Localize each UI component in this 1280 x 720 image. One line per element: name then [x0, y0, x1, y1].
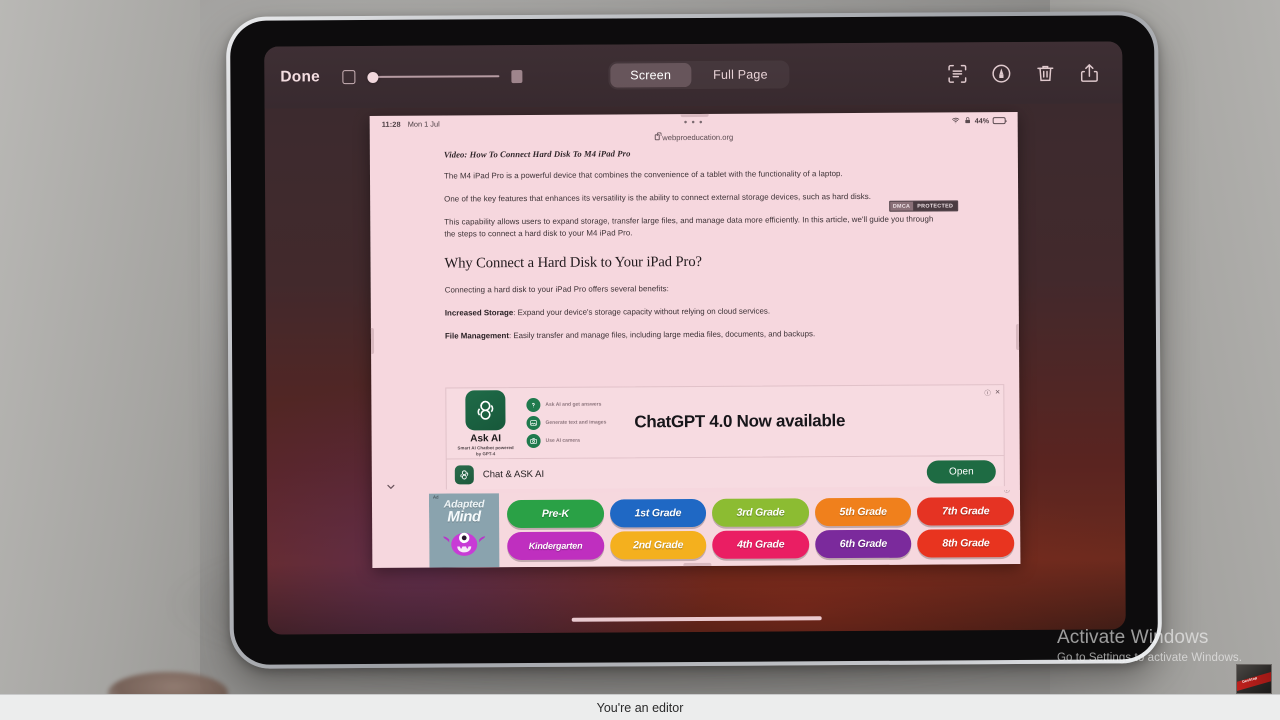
ipad-screen: Done Screen Full Page 11:28 Mon 1 Jul • …	[264, 41, 1126, 635]
text-scan-icon[interactable]	[946, 62, 968, 85]
grade-button[interactable]: 7th Grade	[917, 497, 1015, 526]
scrubber-knob[interactable]	[366, 71, 378, 83]
ad-marker: Ad	[432, 494, 439, 500]
grade-button[interactable]: Kindergarten	[507, 531, 604, 561]
scrubber-track	[372, 75, 499, 78]
close-icon[interactable]: ✕	[1013, 490, 1018, 494]
article-paragraph: The M4 iPad Pro is a powerful device tha…	[443, 169, 843, 181]
url-text: webproeducation.org	[662, 132, 734, 142]
article-paragraph: One of the key features that enhances it…	[444, 191, 872, 204]
ad-controls[interactable]: ⓘ ✕	[984, 387, 1000, 397]
open-button[interactable]: Open	[926, 459, 996, 484]
image-icon	[526, 415, 541, 431]
ad-install-label: Chat & ASK AI	[482, 468, 545, 480]
ad-app-block: Ask AI Smart AI Chatbot powered by GPT-4	[454, 389, 516, 457]
article-heading: Why Connect a Hard Disk to Your iPad Pro…	[444, 254, 702, 272]
wifi-icon	[952, 117, 960, 124]
article-intro: Connecting a hard disk to your iPad Pro …	[444, 284, 669, 295]
ad-feature-text: Ask AI and get answers	[545, 401, 602, 408]
video-thumbnail[interactable]: Desktop	[1236, 664, 1272, 694]
close-icon[interactable]: ✕	[995, 388, 1000, 396]
tab-overflow-dots[interactable]: • • •	[684, 117, 704, 127]
dmca-label: DMCA	[889, 201, 914, 211]
ad-app-name: Ask AI	[470, 432, 502, 445]
battery-icon	[992, 116, 1006, 124]
camera-icon	[526, 433, 541, 449]
secure-lock-icon	[654, 134, 660, 141]
caption-text: You're an editor	[596, 700, 684, 715]
ad-feature-text: Use AI camera	[545, 437, 580, 444]
screenshot-preview[interactable]: 11:28 Mon 1 Jul • • • 44% webproeducatio…	[369, 112, 1021, 568]
capture-mode-segmented-control[interactable]: Screen Full Page	[608, 60, 790, 90]
question-mark-icon	[526, 397, 541, 413]
tab-full-page[interactable]: Full Page	[693, 62, 788, 87]
page-scrubber[interactable]	[366, 68, 499, 85]
share-icon[interactable]	[1078, 61, 1100, 84]
ipad-bezel: Done Screen Full Page 11:28 Mon 1 Jul • …	[230, 15, 1158, 665]
benefit-term: File Management	[444, 331, 510, 341]
dmca-protected-badge[interactable]: DMCA PROTECTED	[888, 200, 959, 212]
crop-handle-bottom[interactable]	[683, 562, 712, 568]
ad-feature: Ask AI and get answers	[526, 397, 606, 413]
grade-button-grid: ⓘ ✕ Pre-K1st Grade3rd Grade5th Grade7th …	[499, 490, 1020, 567]
grade-button[interactable]: Pre-K	[506, 499, 604, 529]
page-thumbnail-end-icon	[510, 69, 522, 83]
scene-backdrop: Done Screen Full Page 11:28 Mon 1 Jul • …	[0, 0, 1280, 720]
crop-handle-left[interactable]	[369, 327, 375, 354]
toolbar-icon-group	[946, 61, 1100, 85]
grade-button[interactable]: 2nd Grade	[609, 530, 707, 560]
status-indicators: 44%	[952, 116, 1006, 125]
adaptedmind-ad[interactable]: Ad Adapted Mind ⓘ Pre-K 1st Grade 3rd Gr…	[428, 490, 1021, 568]
benefit-text: : Easily transfer and manage files, incl…	[508, 329, 816, 341]
crop-handle-right[interactable]	[1015, 323, 1021, 351]
home-indicator[interactable]	[571, 615, 822, 622]
ad-feature: Use AI camera	[526, 433, 607, 449]
ask-ai-small-icon	[454, 464, 474, 484]
logo-line-2: Mind	[447, 508, 481, 526]
markup-toolbar: Done Screen Full Page	[264, 41, 1123, 109]
markup-pen-icon[interactable]	[990, 62, 1012, 85]
page-thumbnail-start-icon	[341, 70, 355, 85]
grade-button[interactable]: 4th Grade	[712, 530, 810, 559]
status-date: Mon 1 Jul	[407, 119, 440, 129]
article-paragraph: This capability allows users to expand s…	[444, 214, 934, 239]
ad-feature: Generate text and images	[526, 415, 607, 431]
ask-ai-app-icon	[465, 389, 506, 431]
chevron-down-icon[interactable]	[386, 479, 396, 489]
benefit-text: : Expand your device's storage capacity …	[513, 306, 771, 318]
trash-icon[interactable]	[1034, 61, 1056, 84]
article-benefit: Increased Storage: Expand your device's …	[445, 305, 945, 320]
info-icon[interactable]: ⓘ	[1004, 490, 1010, 494]
protected-label: PROTECTED	[913, 201, 958, 211]
grade-button[interactable]: 6th Grade	[814, 529, 912, 559]
article-benefit: File Management: Easily transfer and man…	[445, 328, 945, 343]
ad-headline: ChatGPT 4.0 Now available	[634, 411, 846, 432]
adaptedmind-logo: Ad Adapted Mind	[428, 493, 500, 568]
banner-ad-controls[interactable]: ⓘ ✕	[1004, 490, 1018, 494]
caption-bar: You're an editor	[0, 694, 1280, 720]
ad-install-row[interactable]: Chat & ASK AI Open	[445, 456, 1005, 490]
ad-feature-text: Generate text and images	[545, 419, 607, 426]
lock-icon	[964, 117, 970, 124]
chatgpt-ad[interactable]: ⓘ ✕ Ask AI Smart AI Chatbot powered by G…	[445, 384, 1005, 460]
status-time: 11:28	[381, 119, 401, 129]
crop-handle-top[interactable]	[680, 112, 709, 118]
captured-page: 11:28 Mon 1 Jul • • • 44% webproeducatio…	[369, 112, 1021, 568]
tab-screen[interactable]: Screen	[610, 63, 692, 88]
ad-feature-list: Ask AI and get answers Generate text and…	[526, 397, 607, 449]
ipad-device: Done Screen Full Page 11:28 Mon 1 Jul • …	[226, 11, 1162, 669]
benefit-term: Increased Storage	[444, 308, 514, 318]
article-kicker: Video: How To Connect Hard Disk To M4 iP…	[443, 148, 631, 160]
grade-button[interactable]: 3rd Grade	[712, 498, 809, 527]
done-button[interactable]: Done	[280, 68, 320, 86]
monster-mascot-icon	[443, 532, 486, 557]
grade-button[interactable]: 1st Grade	[609, 498, 707, 528]
grade-button[interactable]: 8th Grade	[917, 529, 1015, 558]
ad-app-subtitle: Smart AI Chatbot powered by GPT-4	[457, 445, 514, 457]
grade-button[interactable]: 5th Grade	[814, 497, 912, 527]
battery-percent: 44%	[974, 115, 990, 125]
info-icon[interactable]: ⓘ	[984, 387, 991, 397]
article-body: Video: How To Connect Hard Disk To M4 iP…	[370, 142, 1019, 343]
